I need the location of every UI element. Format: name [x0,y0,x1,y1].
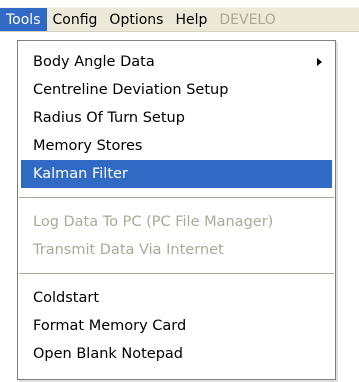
menu-item-label: Open Blank Notepad [33,346,184,362]
menu-develop[interactable]: DEVELO [213,8,281,31]
menu-item-label: Format Memory Card [33,318,187,334]
menu-separator [19,273,334,274]
tools-dropdown-menu: Body Angle Data Centreline Deviation Set… [17,40,336,380]
menu-config[interactable]: Config [47,8,104,31]
menu-item-log-data-to-pc[interactable]: Log Data To PC (PC File Manager) [21,208,332,236]
menu-item-coldstart[interactable]: Coldstart [21,284,332,312]
menu-item-radius-of-turn-setup[interactable]: Radius Of Turn Setup [21,104,332,132]
menu-item-memory-stores[interactable]: Memory Stores [21,132,332,160]
menu-item-open-blank-notepad[interactable]: Open Blank Notepad [21,340,332,368]
menu-item-format-memory-card[interactable]: Format Memory Card [21,312,332,340]
menu-item-label: Memory Stores [33,138,143,154]
menu-item-label: Radius Of Turn Setup [33,110,185,126]
menu-item-body-angle-data[interactable]: Body Angle Data [21,48,332,76]
menu-item-label: Log Data To PC (PC File Manager) [33,214,274,230]
menu-item-label: Centreline Deviation Setup [33,82,229,98]
menu-separator [19,197,334,198]
menu-tools[interactable]: Tools [0,8,47,31]
menu-item-label: Kalman Filter [33,166,128,182]
menu-bar: Tools Config Options Help DEVELO [0,7,359,32]
menu-item-label: Transmit Data Via Internet [33,242,224,258]
menu-item-label: Coldstart [33,290,100,306]
menu-item-kalman-filter[interactable]: Kalman Filter [21,160,332,188]
menu-options[interactable]: Options [103,8,169,31]
menu-item-transmit-data-via-internet[interactable]: Transmit Data Via Internet [21,236,332,264]
submenu-arrow-icon [317,58,322,66]
screen: Tools Config Options Help DEVELO Body An… [0,0,359,382]
menu-item-label: Body Angle Data [33,54,155,70]
menu-item-centreline-deviation-setup[interactable]: Centreline Deviation Setup [21,76,332,104]
menu-help[interactable]: Help [169,8,213,31]
